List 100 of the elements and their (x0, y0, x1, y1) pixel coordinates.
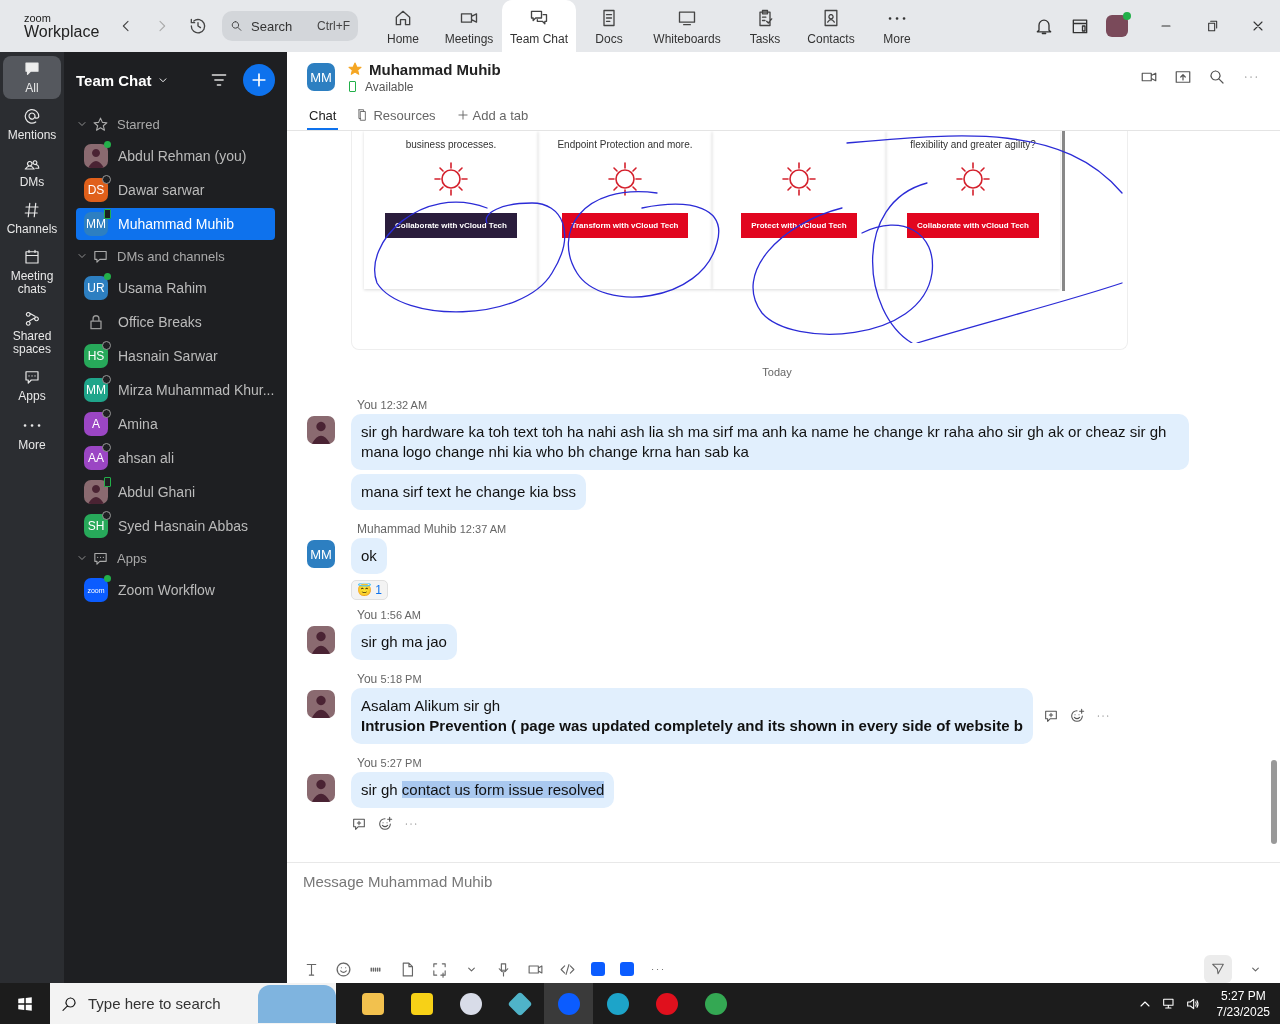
plus-icon (455, 108, 470, 122)
more-dots-icon (23, 423, 41, 428)
initials-avatar: MM (84, 212, 108, 236)
scrollbar-thumb[interactable] (1271, 760, 1277, 844)
search-input[interactable]: Search (249, 17, 311, 35)
chat-list-item[interactable]: Office Breaks (76, 306, 275, 338)
rail-item[interactable]: Channels (3, 197, 61, 240)
date-divider: Today (761, 366, 793, 378)
nav-tab[interactable]: Contacts (798, 0, 865, 52)
avatar-photo-placeholder (307, 690, 335, 718)
add-reaction-icon[interactable] (377, 816, 393, 832)
calendar-icon (23, 248, 41, 266)
initials-avatar: A (84, 412, 108, 436)
initials-avatar: MM (84, 378, 108, 402)
search-placeholder: Type here to search (88, 995, 221, 1012)
send-button[interactable] (1204, 955, 1232, 983)
nav-tab[interactable]: Home (370, 0, 436, 52)
mobile-status-icon (349, 81, 356, 92)
chat-list-item[interactable]: UR Usama Rahim (76, 272, 275, 304)
taskbar-search-field[interactable]: Type here to search (50, 983, 336, 1024)
section-header[interactable]: DMs and channels (76, 242, 275, 270)
message-meta: Muhammad Muhib 12:37 AM (357, 522, 507, 536)
chat-list-item[interactable]: AA ahsan ali (76, 442, 275, 474)
at-sign-icon (23, 107, 41, 125)
message-meta: You 12:32 AM (357, 398, 428, 412)
chat-list-item[interactable]: Abdul Ghani (76, 476, 275, 508)
nav-tab[interactable]: Team Chat (502, 0, 577, 52)
avatar-photo-placeholder (307, 416, 335, 444)
emoji-icon[interactable] (335, 960, 352, 978)
reply-icon[interactable] (1042, 708, 1059, 724)
home-icon (393, 8, 413, 28)
chat-list-item[interactable]: SH Syed Hasnain Abbas (76, 510, 275, 542)
initials-avatar: UR (84, 276, 108, 300)
message-meta: You 1:56 AM (357, 608, 421, 622)
section-header[interactable]: Apps (76, 544, 275, 572)
history-icon[interactable] (188, 16, 208, 36)
rail-item[interactable]: Mentions (3, 103, 61, 146)
reply-icon[interactable] (351, 816, 367, 832)
chat-list-item[interactable]: MM Muhammad Muhib (76, 208, 275, 240)
search-field[interactable]: Search Ctrl+F (222, 11, 358, 41)
nav-tab[interactable]: Meetings (436, 0, 502, 52)
contact-name: Muhammad Muhib (369, 60, 501, 78)
app-name: Workplace (24, 23, 101, 40)
chat-list-item[interactable]: Abdul Rehman (you) (76, 140, 275, 172)
rail-item[interactable]: More (3, 411, 61, 456)
chat-list-item[interactable]: HS Hasnain Sarwar (76, 340, 275, 372)
rail-item[interactable]: Shared spaces (3, 304, 61, 360)
search-icon[interactable] (1208, 68, 1226, 86)
nav-tab[interactable]: More (864, 0, 931, 52)
search-icon (230, 19, 243, 33)
message-bubble: sir gh contact us form issue resolved (351, 772, 615, 808)
add-reaction-icon[interactable] (1068, 708, 1085, 724)
nav-tab[interactable]: Whiteboards (642, 0, 733, 52)
nav-tab[interactable]: Docs (576, 0, 643, 52)
chat-list-item[interactable]: MM Mirza Muhammad Khur... (76, 374, 275, 406)
search-icon (60, 994, 78, 1013)
message-meta: You 5:27 PM (357, 756, 422, 770)
initials-avatar: DS (84, 178, 108, 202)
rail-item[interactable]: Apps (3, 364, 61, 407)
initials-avatar: HS (84, 344, 108, 368)
message-bubble: sir gh ma jao (351, 624, 457, 660)
chat-tab[interactable]: Resources (354, 102, 438, 130)
initials-avatar: MM (307, 540, 335, 568)
initials-avatar: MM (307, 63, 335, 91)
windows-start-icon[interactable] (16, 994, 34, 1013)
star-icon[interactable] (347, 61, 363, 77)
initials-avatar: AA (84, 446, 108, 470)
profile-avatar[interactable] (1106, 15, 1128, 37)
chat-tab[interactable]: Add a tab (453, 102, 531, 130)
rail-item[interactable]: DMs (3, 150, 61, 193)
message-bubble: sir gh hardware ka toh text toh ha nahi ash lia sh ma sirf ma anh ka name he change kr raha aho sir gh ak or cheaz sir gh mana logo change nhi kia who bh change krna han sab ka (351, 414, 1189, 470)
hash-icon (23, 201, 41, 219)
rail-item[interactable]: All (3, 56, 61, 99)
team-chat-menu[interactable]: Team Chat (76, 71, 170, 89)
avatar-photo-placeholder (307, 626, 335, 654)
chat-dots-icon (23, 368, 41, 386)
initials-avatar: SH (84, 514, 108, 538)
more-dots-icon (888, 16, 907, 21)
shortcut-hint: Ctrl+F (317, 19, 350, 33)
message-bubble: Asalam Alikum sir gh Intrusion Prevention ( page was updated completely and its shown in every side of website b (351, 688, 1033, 744)
new-chat-button[interactable] (243, 64, 275, 96)
avatar-photo-placeholder (307, 774, 335, 802)
card-description: business processes. (405, 139, 497, 151)
section-header[interactable]: Starred (76, 110, 275, 138)
clock[interactable]: 5:27 PM 7/23/2025 (1216, 987, 1270, 1020)
message-bubble: mana sirf text he change kia bss (351, 474, 587, 510)
logo-text: zoom (24, 12, 52, 24)
avatar-photo-placeholder (84, 144, 108, 168)
chat-list-item[interactable]: A Amina (76, 408, 275, 440)
rail-item[interactable]: Meeting chats (3, 244, 61, 300)
online-dot (1123, 12, 1131, 20)
message-meta: You 5:18 PM (357, 672, 422, 686)
nav-tab[interactable]: Tasks (732, 0, 799, 52)
chat-tab[interactable]: Chat (307, 102, 339, 130)
reaction-chip[interactable]: 😇 1 (351, 580, 388, 600)
screenshot-icon[interactable] (431, 960, 448, 978)
message-bubble: ok (351, 538, 387, 574)
share-screen-icon[interactable] (1174, 68, 1192, 86)
chat-list-item[interactable]: DS Dawar sarwar (76, 174, 275, 206)
presence-status: Available (365, 79, 414, 94)
